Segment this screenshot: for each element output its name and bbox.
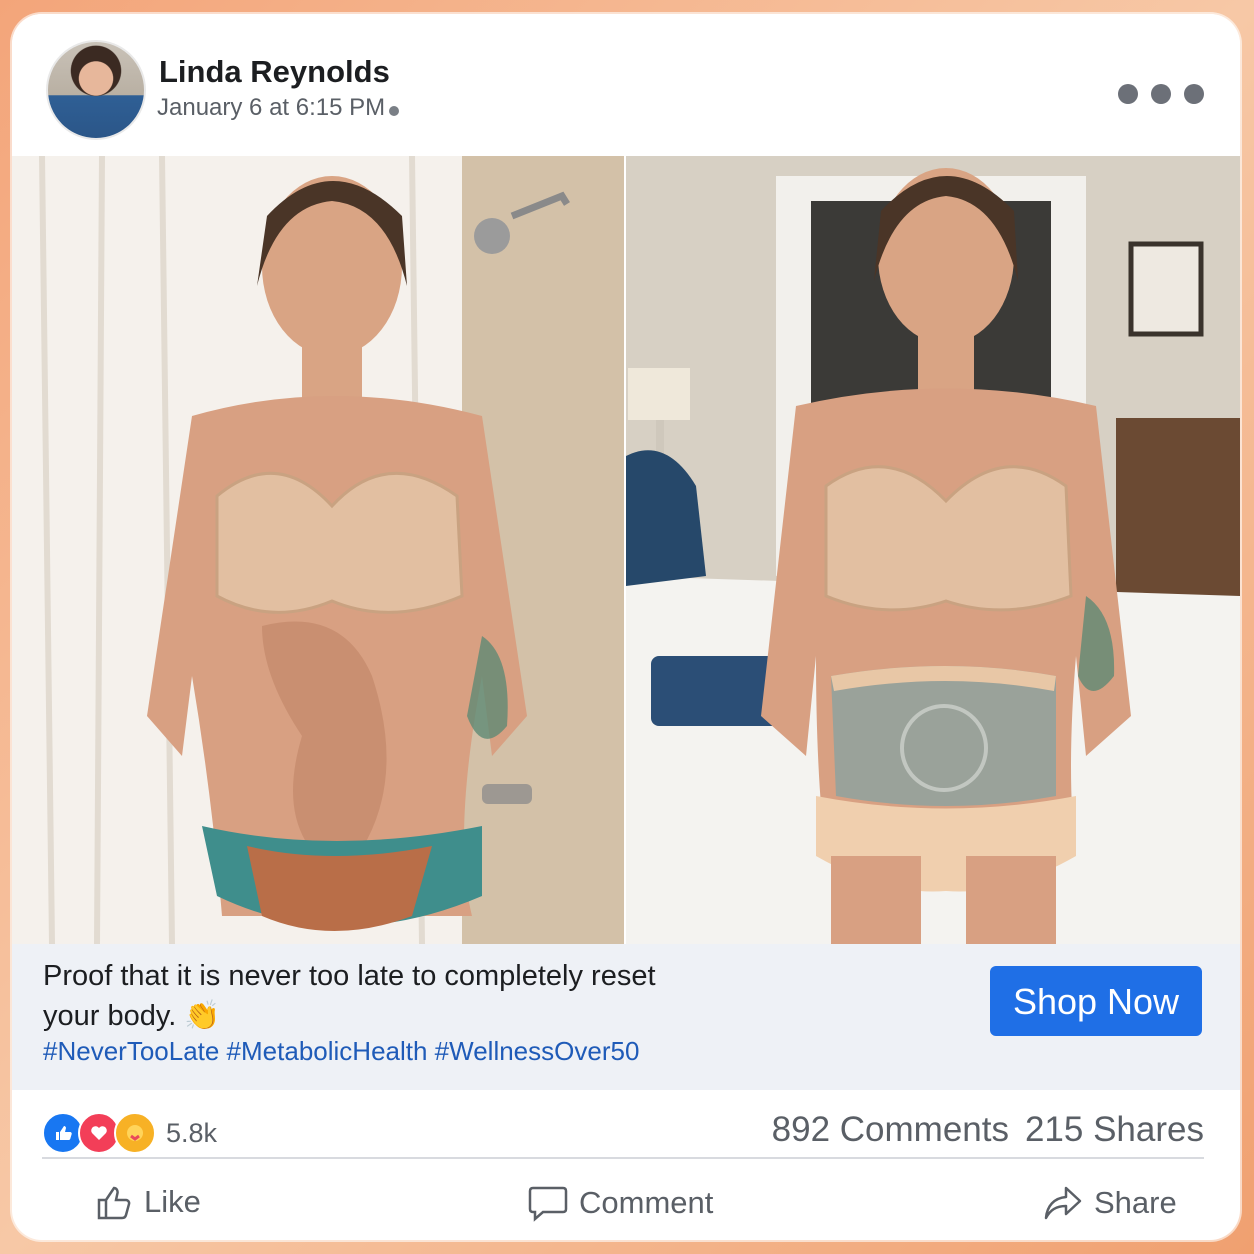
reaction-count: 5.8k xyxy=(166,1117,218,1148)
share-count[interactable]: 215 Shares xyxy=(1025,1110,1204,1150)
avatar[interactable] xyxy=(46,40,146,140)
more-options-icon[interactable] xyxy=(1118,84,1204,104)
privacy-globe-icon xyxy=(389,106,400,116)
divider xyxy=(42,1157,1204,1159)
thumbs-up-icon xyxy=(97,1186,131,1220)
like-button[interactable]: Like xyxy=(94,1182,201,1222)
timestamp-text: January 6 at 6:15 PM xyxy=(157,94,386,121)
reactions-summary[interactable]: 5.8k xyxy=(42,1112,217,1154)
share-label: Share xyxy=(1094,1185,1177,1220)
like-label: Like xyxy=(144,1184,201,1219)
comment-share-counts: 892 Comments 215 Shares xyxy=(772,1110,1204,1150)
dot xyxy=(1184,84,1204,104)
engagement-bar: 5.8k 892 Comments 215 Shares xyxy=(12,1090,1240,1174)
post-hashtags[interactable]: #NeverTooLate #MetabolicHealth #Wellness… xyxy=(43,1036,639,1067)
before-photo xyxy=(12,156,624,944)
comment-count[interactable]: 892 Comments xyxy=(772,1110,1009,1150)
action-bar: Like Comment Share xyxy=(12,1174,1240,1240)
share-arrow-icon xyxy=(1044,1186,1082,1220)
post-header: Linda Reynolds January 6 at 6:15 PM xyxy=(12,14,1240,156)
dot xyxy=(1151,84,1171,104)
post-caption-area: Proof that it is never too late to compl… xyxy=(12,944,1240,1090)
comment-label: Comment xyxy=(579,1185,714,1220)
comment-bubble-icon xyxy=(528,1186,568,1222)
dot xyxy=(1118,84,1138,104)
post-caption: Proof that it is never too late to compl… xyxy=(43,960,656,1032)
post-card: Linda Reynolds January 6 at 6:15 PM Proo… xyxy=(12,14,1240,1240)
post-media[interactable] xyxy=(12,156,1240,944)
care-reaction-icon xyxy=(114,1112,156,1154)
shop-now-button[interactable]: Shop Now xyxy=(990,966,1202,1036)
post-timestamp[interactable]: January 6 at 6:15 PM xyxy=(157,94,400,122)
share-button[interactable]: Share xyxy=(1042,1182,1177,1224)
after-photo xyxy=(626,156,1240,944)
author-name[interactable]: Linda Reynolds xyxy=(159,54,390,90)
comment-button[interactable]: Comment xyxy=(527,1182,713,1224)
